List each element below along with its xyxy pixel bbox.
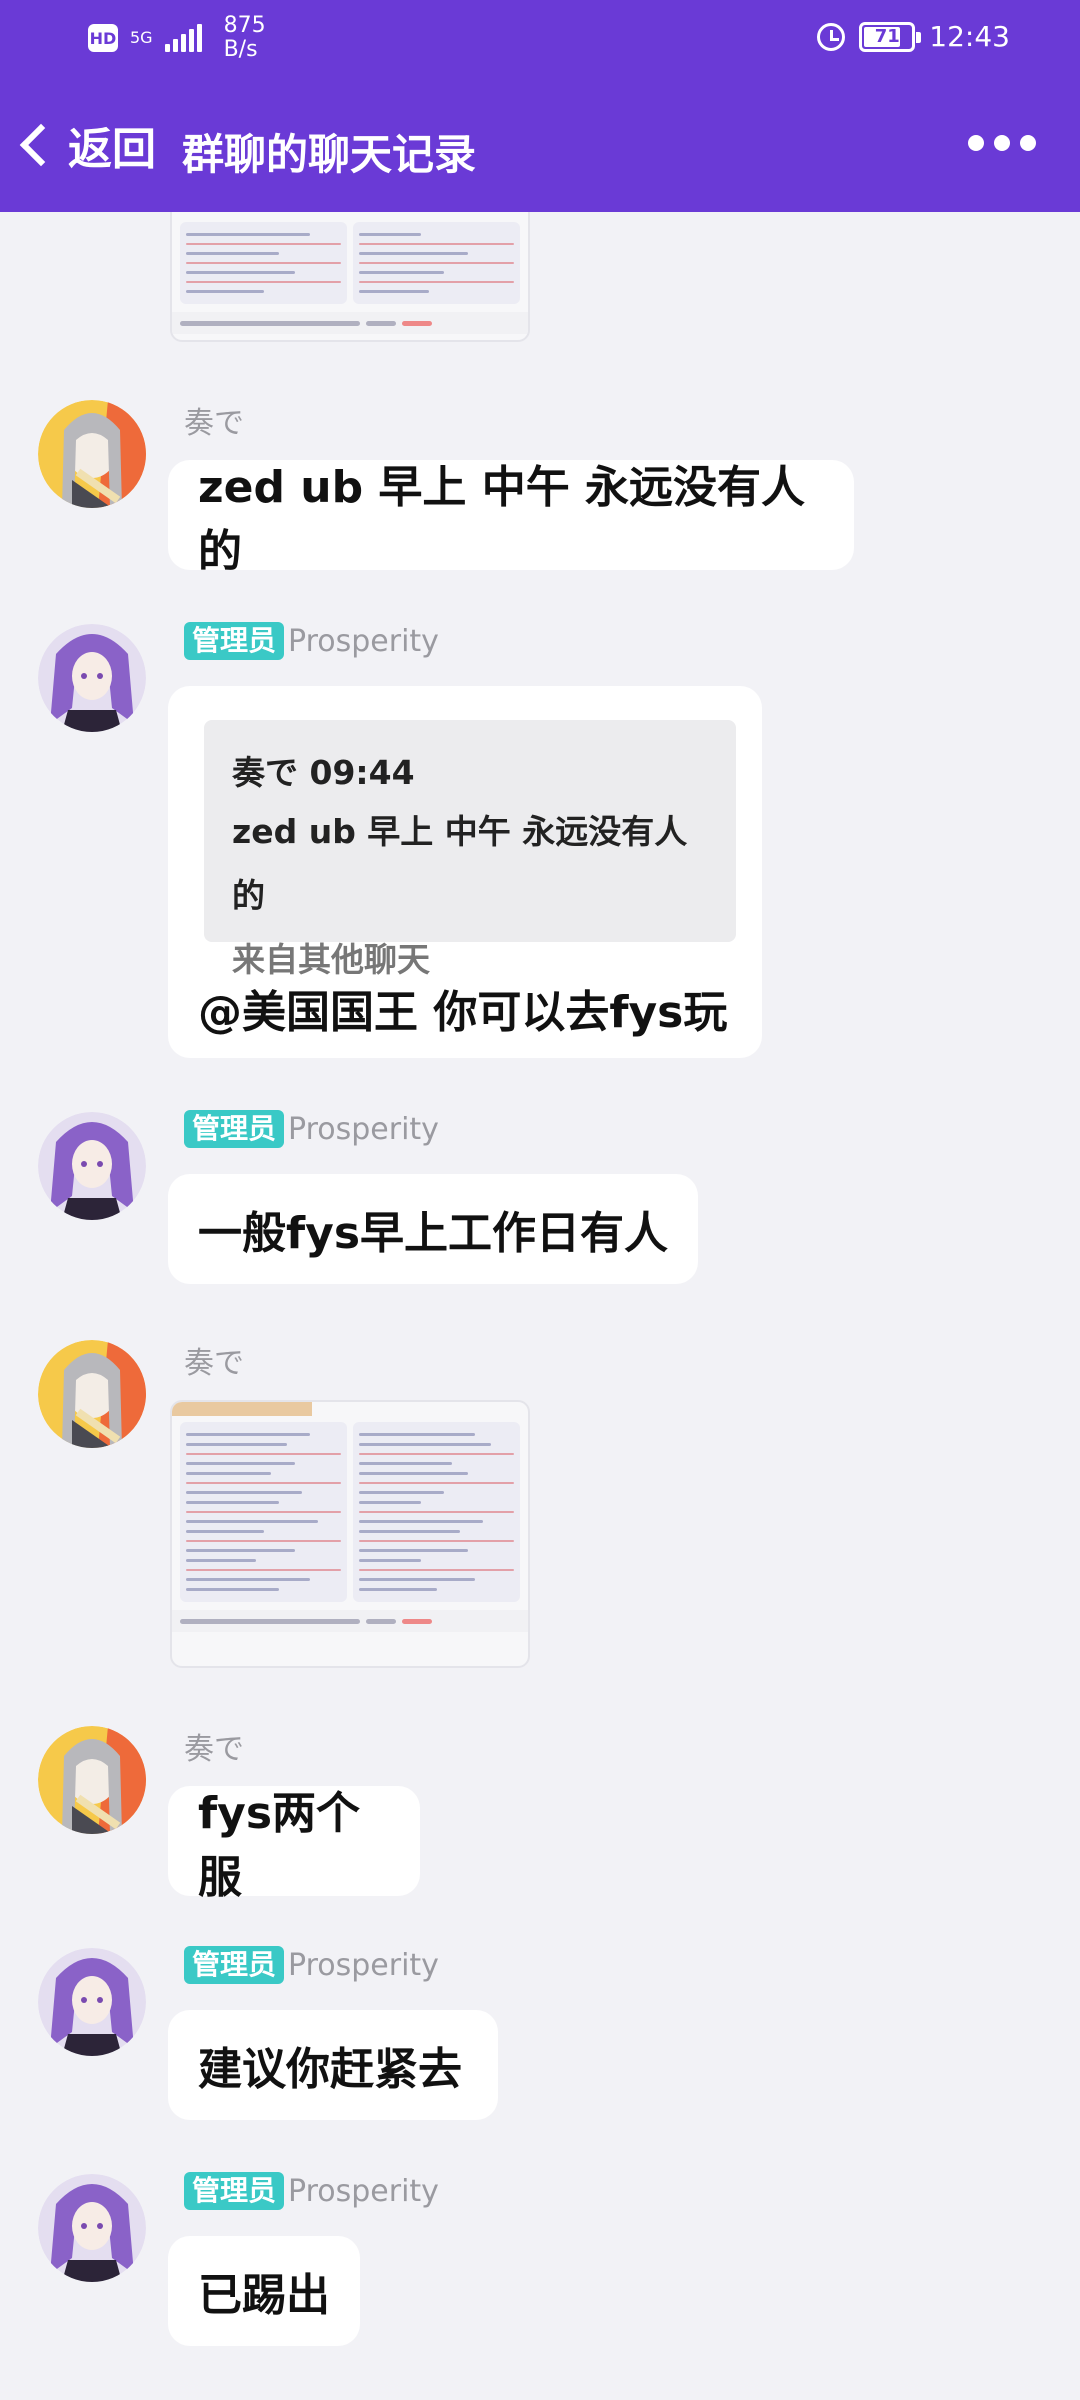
status-bar: HD 5G 875 B/s 71 12:43 [0,0,1080,80]
image-tag [172,1402,312,1416]
battery-icon: 71 [859,21,922,52]
message-text: @美国国王 你可以去fys玩 [198,987,728,1038]
page-title: 群聊的聊天记录 [182,130,477,179]
message-bubble[interactable]: 建议你赶紧去 [168,2010,498,2120]
chevron-left-icon [19,123,63,167]
admin-badge: 管理员 [184,2172,285,2210]
image-message[interactable] [170,212,530,342]
message-bubble[interactable]: 一般fys早上工作日有人 [168,1174,698,1284]
battery-level: 71 [874,26,900,47]
avatar[interactable] [38,400,146,508]
more-dot [994,135,1010,151]
avatar[interactable] [38,2174,146,2282]
message-bubble[interactable]: 奏で 09:44 zed ub 早上 中午 永远没有人的 来自其他聊天 @美国国… [168,686,762,1058]
admin-badge: 管理员 [184,622,285,660]
quote-text: zed ub 早上 中午 永远没有人的 [232,812,688,915]
more-dot [1020,135,1036,151]
avatar[interactable] [38,1340,146,1448]
admin-badge: 管理员 [184,1946,285,1984]
back-button[interactable]: 返回 [16,113,156,177]
avatar[interactable] [38,1948,146,2056]
more-options-button[interactable] [968,135,1036,151]
top-bar: HD 5G 875 B/s 71 12:43 返回 群聊的聊天记录 [0,0,1080,212]
admin-badge: 管理员 [184,1110,285,1148]
sender-name: Prosperity [288,1111,439,1147]
clock: 12:43 [929,20,1010,53]
avatar[interactable] [38,624,146,732]
quoted-message[interactable]: 奏で 09:44 zed ub 早上 中午 永远没有人的 来自其他聊天 [204,720,736,979]
sender-name: Prosperity [288,2173,439,2209]
alarm-icon [817,22,846,51]
sender-name: 奏で [184,406,244,441]
message-text: zed ub 早上 中午 永远没有人的 [198,462,806,577]
speed-value: 875 [223,13,266,38]
nav-bar: 返回 群聊的聊天记录 [0,95,1080,195]
message-text: 一般fys早上工作日有人 [198,1208,669,1259]
back-label: 返回 [68,124,156,175]
network-type: 5G [130,28,153,47]
quote-author-time: 奏で 09:44 [232,753,415,792]
sender-name: Prosperity [288,623,439,659]
message-text: 建议你赶紧去 [198,2044,462,2095]
message-bubble[interactable]: zed ub 早上 中午 永远没有人的 [168,460,854,577]
signal-icon [164,24,202,52]
message-text: fys两个服 [198,1788,361,1903]
hd-icon: HD [88,24,118,52]
message-bubble[interactable]: 已踢出 [168,2236,360,2346]
sender-name: 奏で [184,1732,244,1767]
sender-name: Prosperity [288,1947,439,1983]
image-message[interactable] [170,1400,530,1668]
speed-unit: B/s [223,37,258,62]
more-dot [968,135,984,151]
network-speed: 875 B/s [224,14,266,62]
message-text: 已踢出 [198,2270,330,2321]
message-bubble[interactable]: fys两个服 [168,1786,420,1903]
sender-name: 奏で [184,1346,244,1381]
avatar[interactable] [38,1112,146,1220]
avatar[interactable] [38,1726,146,1834]
